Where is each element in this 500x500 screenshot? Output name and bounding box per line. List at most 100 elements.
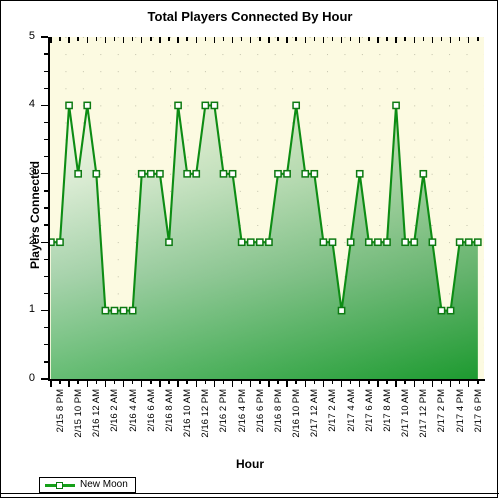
x-tick-label: 2/16 8 PM	[272, 389, 284, 433]
legend[interactable]: New Moon	[39, 477, 136, 493]
data-point-marker	[146, 169, 155, 178]
y-tick-minor	[44, 275, 48, 278]
top-tick	[449, 37, 452, 43]
data-point-marker	[174, 101, 182, 110]
x-tick-major	[141, 380, 143, 387]
data-point-marker	[92, 169, 101, 178]
x-tick-major	[359, 380, 361, 387]
data-point-marker	[219, 169, 228, 178]
data-point-marker	[301, 169, 310, 178]
x-tick-major	[231, 380, 234, 387]
x-tick-label: 2/16 2 PM	[218, 389, 230, 433]
y-tick-major	[41, 378, 48, 380]
top-tick	[368, 37, 370, 41]
x-tick-label: 2/17 2 AM	[327, 389, 339, 432]
chart-window: Total Players Connected By Hour 0 1 2 3 …	[0, 0, 499, 498]
top-tick	[468, 37, 470, 43]
y-tick-major	[41, 104, 48, 107]
x-tick-major	[340, 380, 343, 387]
y-tick-minor	[44, 361, 48, 363]
data-point-marker	[428, 238, 437, 247]
data-point-marker	[246, 238, 255, 247]
x-tick-label: 2/17 10 AM	[400, 389, 412, 438]
top-tick	[268, 37, 270, 43]
data-point-marker	[455, 238, 464, 247]
x-tick-minor	[349, 380, 352, 384]
x-tick-label: 2/15 8 PM	[54, 389, 66, 433]
data-point-marker	[74, 169, 83, 178]
x-tick-label: 2/17 6 AM	[363, 389, 375, 432]
top-tick	[422, 37, 424, 41]
data-point-marker	[374, 238, 382, 247]
top-tick	[141, 37, 143, 43]
top-tick	[359, 37, 361, 43]
x-tick-minor	[240, 380, 243, 384]
top-tick	[59, 37, 61, 41]
top-tick	[168, 37, 170, 41]
x-tick-minor	[77, 380, 79, 384]
x-tick-major	[468, 380, 470, 387]
x-tick-label: 2/16 10 AM	[182, 389, 194, 438]
x-tick-label: 2/17 6 PM	[472, 389, 484, 433]
x-tick-minor	[368, 380, 370, 384]
top-tick	[477, 37, 479, 41]
x-tick-label: 2/16 4 AM	[127, 389, 139, 432]
data-point-marker	[228, 169, 237, 178]
top-tick	[113, 37, 116, 41]
top-tick	[195, 37, 197, 43]
y-tick-minor	[44, 327, 48, 329]
data-point-marker	[83, 101, 92, 110]
x-tick-major	[50, 380, 52, 387]
data-point-marker	[473, 238, 482, 247]
y-tick-major	[41, 36, 48, 38]
y-tick-minor	[44, 70, 48, 72]
data-point-marker	[65, 101, 73, 110]
data-point-marker	[337, 306, 346, 315]
x-tick-label: 2/16 6 PM	[254, 389, 266, 433]
top-tick	[277, 37, 279, 41]
top-tick	[186, 37, 188, 41]
x-tick-label: 2/17 4 AM	[345, 389, 357, 432]
top-tick	[377, 37, 379, 43]
y-tick-major	[41, 241, 48, 243]
data-point-marker	[364, 238, 373, 247]
legend-marker-icon	[56, 481, 63, 489]
top-tick	[440, 37, 443, 41]
x-tick-minor	[168, 380, 170, 384]
x-tick-label: 2/16 2 AM	[109, 389, 121, 432]
y-tick-minor	[44, 224, 48, 226]
y-tick-minor	[44, 258, 48, 260]
y-tick-minor	[44, 156, 48, 158]
y-tick-label: 5	[28, 29, 35, 42]
x-tick-minor	[113, 380, 116, 384]
y-tick-minor	[44, 138, 48, 141]
x-tick-minor	[95, 380, 97, 384]
x-tick-label: 2/16 10 PM	[291, 389, 303, 438]
x-tick-minor	[313, 380, 315, 384]
x-axis-title: Hour	[236, 457, 264, 471]
top-tick	[77, 37, 79, 41]
x-tick-major	[122, 380, 125, 387]
top-tick	[150, 37, 152, 41]
x-tick-label: 2/17 2 PM	[436, 389, 448, 433]
x-tick-label: 2/17 12 PM	[418, 389, 430, 438]
y-tick-minor	[44, 53, 48, 55]
x-tick-minor	[386, 380, 388, 384]
x-tick-minor	[259, 380, 261, 384]
x-tick-label: 2/16 6 AM	[145, 389, 157, 432]
x-tick-label: 2/16 4 PM	[236, 389, 248, 433]
top-tick	[50, 37, 52, 43]
x-tick-label: 2/16 12 PM	[200, 389, 212, 438]
y-axis-title: Players Connected	[28, 160, 42, 270]
x-tick-major	[195, 380, 197, 387]
x-tick-major	[250, 380, 252, 387]
top-tick	[313, 37, 315, 41]
y-tick-major	[41, 309, 48, 312]
data-point-marker	[156, 169, 164, 178]
top-tick	[95, 37, 97, 41]
data-point-marker	[419, 169, 428, 178]
data-point-marker	[183, 169, 192, 178]
top-tick	[177, 37, 179, 43]
data-point-marker	[210, 101, 219, 110]
top-tick	[104, 37, 107, 43]
